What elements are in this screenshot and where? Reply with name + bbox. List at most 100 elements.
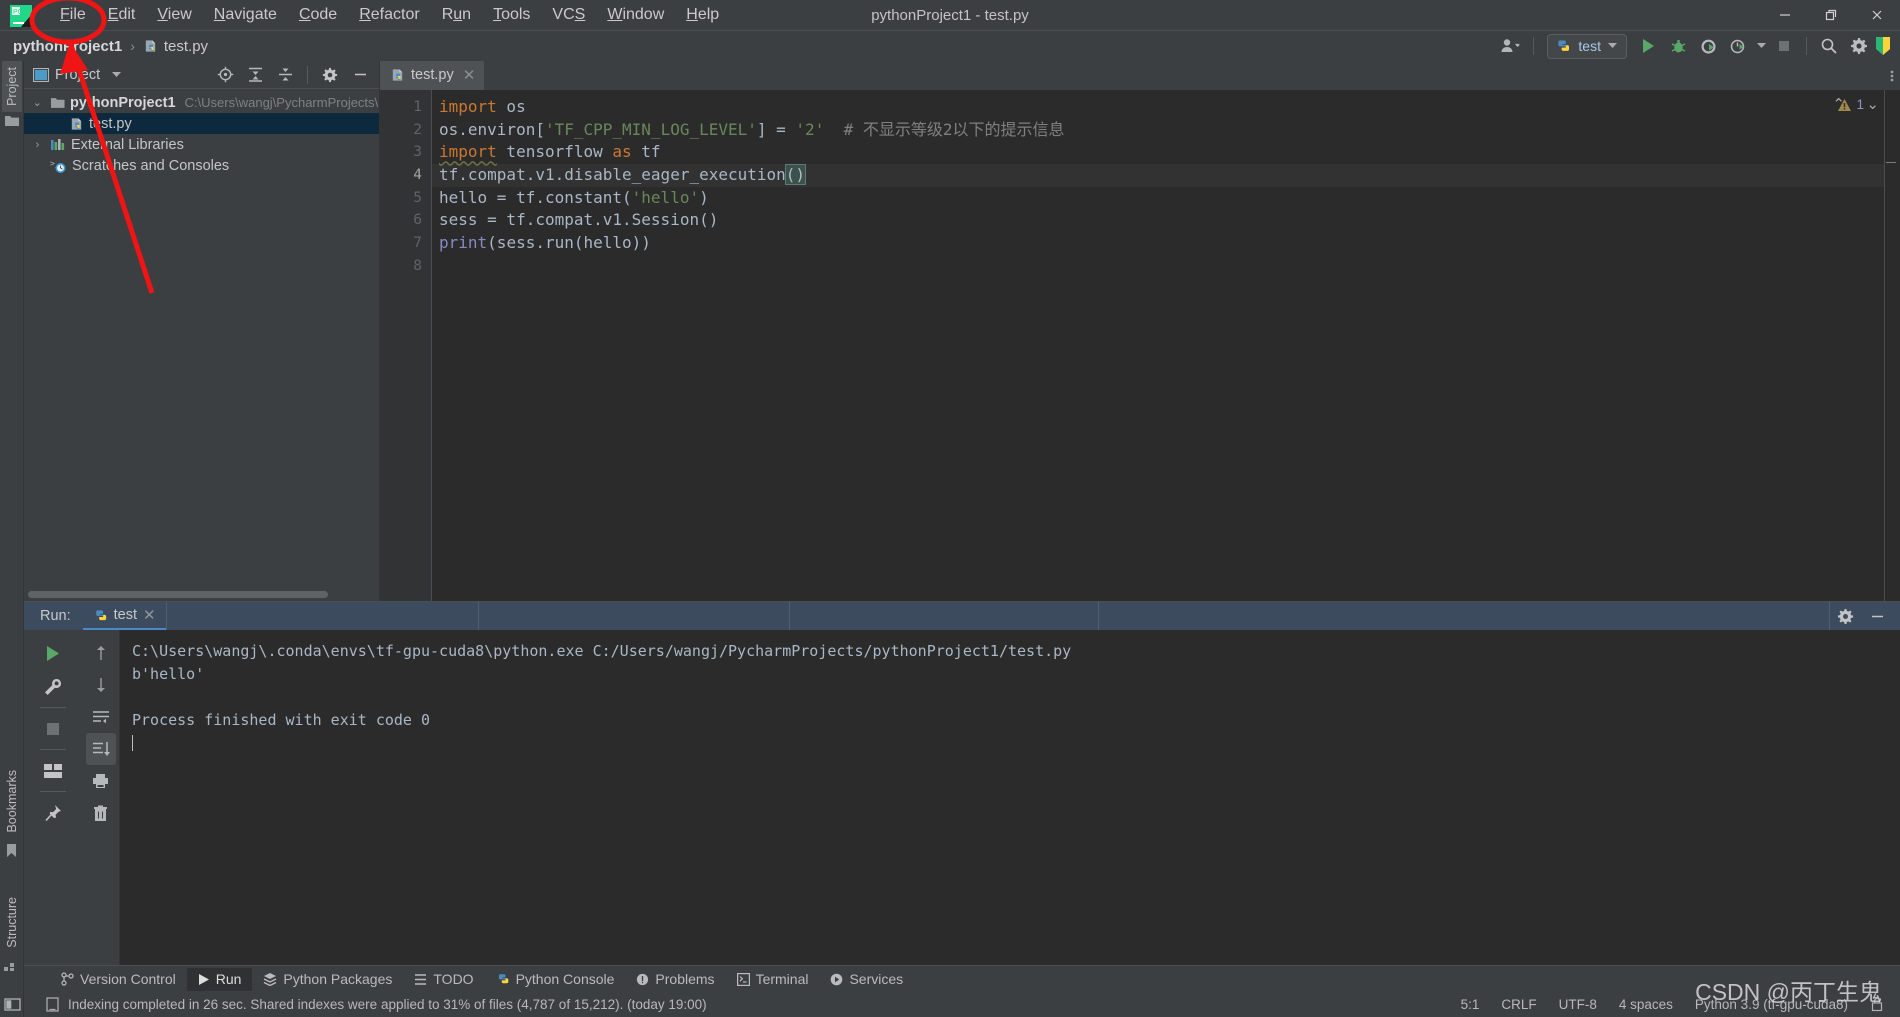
rerun-icon[interactable] bbox=[37, 637, 69, 670]
code-line[interactable] bbox=[432, 255, 1884, 278]
tree-row-testpy[interactable]: test.py bbox=[24, 113, 379, 134]
code-text[interactable]: import os os.environ['TF_CPP_MIN_LOG_LEVE… bbox=[432, 90, 1884, 601]
account-icon[interactable] bbox=[1496, 33, 1526, 59]
code-line[interactable]: tf.compat.v1.disable_eager_execution() bbox=[432, 164, 1884, 187]
bottom-tab-todo[interactable]: TODO bbox=[403, 968, 484, 991]
tree-row-scratches[interactable]: >_ Scratches and Consoles bbox=[24, 155, 379, 176]
bottom-tab-python-console[interactable]: Python Console bbox=[485, 968, 626, 991]
layout-icon[interactable] bbox=[37, 754, 69, 787]
breadcrumb-file[interactable]: test.py bbox=[143, 38, 208, 55]
caret-position[interactable]: 5:1 bbox=[1461, 997, 1480, 1012]
menu-vcs[interactable]: VCS bbox=[541, 2, 596, 28]
code-line[interactable]: hello = tf.constant('hello') bbox=[432, 187, 1884, 210]
line-separator[interactable]: CRLF bbox=[1501, 997, 1536, 1012]
menu-help[interactable]: Help bbox=[675, 2, 730, 28]
rail-window-icon[interactable] bbox=[0, 992, 24, 1017]
minimize-button[interactable] bbox=[1762, 0, 1808, 30]
expand-all-icon[interactable] bbox=[240, 62, 270, 88]
editor-tab-testpy[interactable]: test.py ✕ bbox=[380, 61, 485, 90]
panel-settings-gear-icon[interactable] bbox=[315, 62, 345, 88]
code-line[interactable]: os.environ['TF_CPP_MIN_LOG_LEVEL'] = '2'… bbox=[432, 119, 1884, 142]
select-opened-file-icon[interactable] bbox=[210, 62, 240, 88]
previous-problem-icon[interactable]: ⌃ bbox=[1832, 95, 1845, 113]
indent-setting[interactable]: 4 spaces bbox=[1619, 997, 1673, 1012]
next-problem-icon[interactable]: ⌄ bbox=[1866, 95, 1879, 113]
trash-icon[interactable] bbox=[86, 797, 116, 829]
breadcrumb-project[interactable]: pythonProject1 bbox=[13, 38, 122, 55]
close-button[interactable] bbox=[1854, 0, 1900, 30]
rail-folder-icon[interactable] bbox=[4, 114, 20, 133]
arrow-up-icon[interactable] bbox=[86, 637, 116, 669]
soft-wrap-icon[interactable] bbox=[86, 701, 116, 733]
search-icon[interactable] bbox=[1814, 33, 1844, 59]
wrench-icon[interactable] bbox=[37, 670, 69, 703]
run-configuration-selector[interactable]: test bbox=[1547, 33, 1627, 59]
python-interpreter[interactable]: Python 3.9 (tf-gpu-cuda8) bbox=[1695, 997, 1848, 1012]
bottom-tab-run[interactable]: Run bbox=[186, 967, 253, 991]
bottom-tab-python-packages[interactable]: Python Packages bbox=[252, 968, 403, 991]
menu-view[interactable]: View bbox=[146, 2, 202, 28]
code-line[interactable]: import os bbox=[432, 96, 1884, 119]
close-icon[interactable]: ✕ bbox=[463, 66, 476, 84]
menu-bar[interactable]: File Edit View Navigate Code Refactor Ru… bbox=[49, 2, 730, 28]
menu-navigate[interactable]: Navigate bbox=[203, 2, 288, 28]
notifications-icon[interactable] bbox=[1874, 33, 1892, 59]
rail-tab-project[interactable]: Project bbox=[1, 61, 22, 112]
run-button[interactable] bbox=[1633, 33, 1663, 59]
stop-button[interactable] bbox=[1769, 33, 1799, 59]
project-tree[interactable]: ⌄ pythonProject1 C:\Users\wangj\PycharmP… bbox=[24, 89, 379, 601]
code-token: '2' bbox=[795, 119, 825, 139]
scroll-to-end-icon[interactable] bbox=[85, 733, 116, 765]
editor-tabs-overflow[interactable] bbox=[1890, 61, 1900, 90]
run-settings-gear-icon[interactable] bbox=[1830, 603, 1860, 629]
code-line[interactable]: print(sess.run(hello)) bbox=[432, 232, 1884, 255]
rail-tab-structure[interactable]: Structure bbox=[2, 891, 22, 954]
menu-tools[interactable]: Tools bbox=[482, 2, 541, 28]
menu-file[interactable]: File bbox=[49, 2, 97, 28]
tree-row-project[interactable]: ⌄ pythonProject1 C:\Users\wangj\PycharmP… bbox=[24, 92, 379, 113]
profile-button[interactable] bbox=[1723, 33, 1753, 59]
debug-button[interactable] bbox=[1663, 33, 1693, 59]
bottom-tab-version-control[interactable]: Version Control bbox=[50, 968, 187, 991]
code-line[interactable]: import tensorflow as tf bbox=[432, 141, 1884, 164]
chevron-down-icon[interactable]: ⌄ bbox=[30, 96, 45, 109]
tree-row-external-libraries[interactable]: › External Libraries bbox=[24, 134, 379, 155]
console-output[interactable]: C:\Users\wangj\.conda\envs\tf-gpu-cuda8\… bbox=[120, 630, 1900, 965]
settings-gear-icon[interactable] bbox=[1844, 33, 1874, 59]
bookmark-icon[interactable] bbox=[5, 843, 18, 863]
run-with-coverage-button[interactable] bbox=[1693, 33, 1723, 59]
menu-run[interactable]: Run bbox=[431, 2, 482, 28]
structure-icon[interactable] bbox=[4, 959, 19, 977]
hide-panel-icon[interactable] bbox=[345, 62, 375, 88]
project-panel-chevron-icon[interactable] bbox=[112, 71, 122, 78]
editor-gutter[interactable]: 1 2 3 4 5 6 7 8 bbox=[380, 90, 432, 601]
collapse-all-icon[interactable] bbox=[270, 62, 300, 88]
close-icon[interactable]: ✕ bbox=[143, 606, 156, 624]
scrollbar-thumb[interactable] bbox=[28, 591, 328, 598]
project-tree-hscrollbar[interactable] bbox=[28, 591, 368, 598]
line-number: 7 bbox=[413, 235, 422, 252]
scratch-icon: >_ bbox=[50, 159, 66, 173]
print-icon[interactable] bbox=[86, 765, 116, 797]
editor-vscrollbar[interactable] bbox=[1884, 90, 1900, 601]
pin-icon[interactable] bbox=[37, 796, 69, 829]
code-line[interactable]: sess = tf.compat.v1.Session() bbox=[432, 209, 1884, 232]
restore-button[interactable] bbox=[1808, 0, 1854, 30]
stop-icon[interactable] bbox=[37, 712, 69, 745]
bottom-tab-problems[interactable]: Problems bbox=[625, 968, 725, 991]
run-tab-test[interactable]: test ✕ bbox=[82, 602, 166, 630]
hide-run-panel-icon[interactable] bbox=[1862, 603, 1892, 629]
bottom-tab-terminal[interactable]: Terminal bbox=[726, 968, 820, 991]
menu-window[interactable]: Window bbox=[596, 2, 675, 28]
profile-dropdown-icon[interactable] bbox=[1753, 33, 1769, 59]
bottom-tab-services[interactable]: Services bbox=[819, 968, 914, 991]
file-encoding[interactable]: UTF-8 bbox=[1559, 997, 1597, 1012]
tree-label-external-libraries: External Libraries bbox=[71, 136, 184, 153]
rail-tab-bookmarks[interactable]: Bookmarks bbox=[2, 764, 22, 839]
menu-code[interactable]: Code bbox=[288, 2, 348, 28]
menu-edit[interactable]: Edit bbox=[97, 2, 147, 28]
lock-icon[interactable] bbox=[1870, 997, 1884, 1012]
chevron-right-icon[interactable]: › bbox=[30, 139, 45, 151]
arrow-down-icon[interactable] bbox=[86, 669, 116, 701]
menu-refactor[interactable]: Refactor bbox=[348, 2, 430, 28]
